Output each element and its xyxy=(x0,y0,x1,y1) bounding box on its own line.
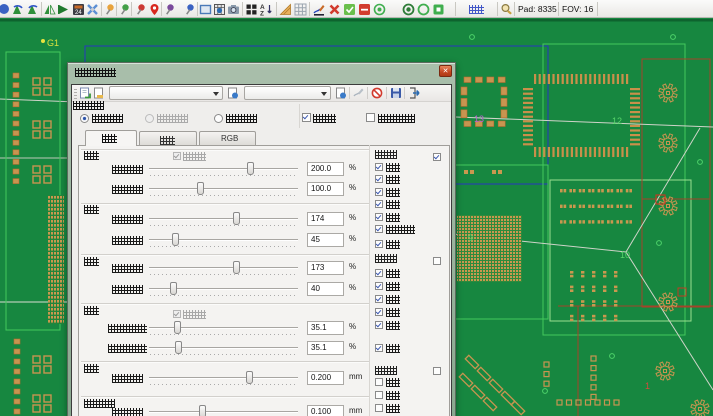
svg-text:10: 10 xyxy=(620,250,630,260)
svg-text:12: 12 xyxy=(612,116,622,126)
svg-text:G1: G1 xyxy=(47,38,59,48)
svg-text:9: 9 xyxy=(468,233,473,243)
svg-text:Z: Z xyxy=(260,11,264,17)
svg-text:24: 24 xyxy=(75,10,82,16)
svg-text:1: 1 xyxy=(645,381,650,391)
svg-text:13: 13 xyxy=(474,114,484,124)
